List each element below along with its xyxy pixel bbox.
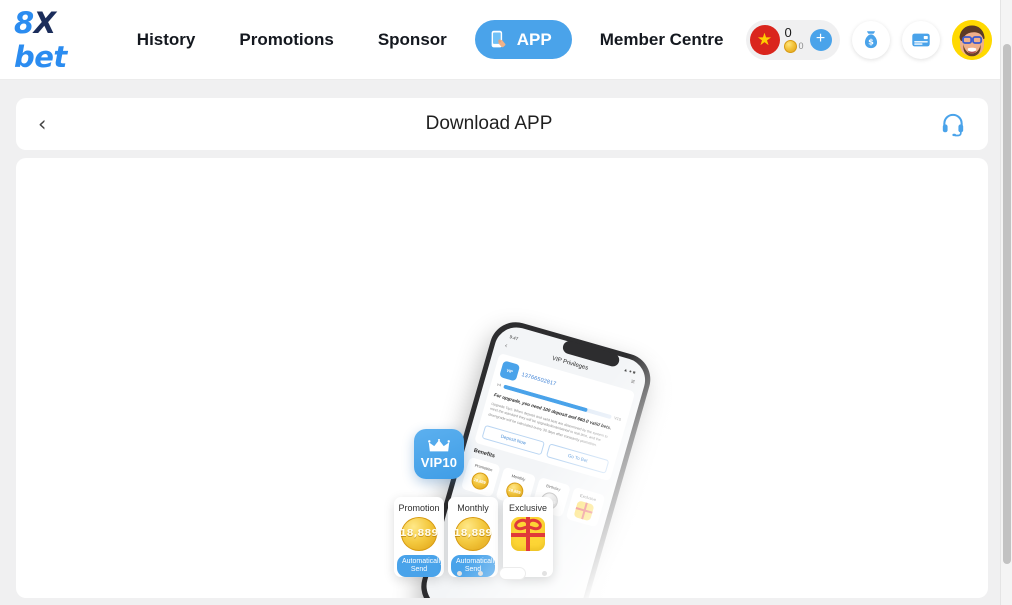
benefit-card-exclusive: Exclusive (503, 497, 553, 577)
benefit-card-promotion: Promotion 18,889 Automatically Send (394, 497, 444, 577)
logo-text: 8Xbet (14, 5, 67, 74)
benefit-card-coin-icon: 18,889 (400, 517, 438, 551)
add-funds-button[interactable]: + (809, 28, 832, 51)
headset-icon (942, 113, 964, 137)
logo-x-mark: X (33, 5, 56, 40)
gift-box-icon (511, 516, 545, 551)
nav-item-app-label: APP (516, 29, 552, 49)
phone-benefit-title: Monthly (511, 472, 527, 482)
page-title: Download APP (425, 113, 553, 134)
coin-balance-row: 0 (783, 40, 804, 53)
flag-star-icon: ★ (756, 30, 773, 49)
svg-text:$: $ (868, 36, 874, 46)
phone-benefit-gift-icon (573, 500, 595, 522)
coin-icon (783, 40, 797, 53)
phone-status-time: 9:47 (508, 334, 519, 342)
page-scrollbar[interactable] (1000, 0, 1012, 605)
balance-widget[interactable]: ★ 0 0 + (745, 19, 840, 60)
carousel-dot[interactable] (457, 571, 462, 576)
account-toolbar: ★ 0 0 + $ (745, 19, 1006, 60)
phone-vip-badge: VIP (499, 360, 521, 382)
app-phone-icon (491, 30, 506, 48)
crown-icon (428, 438, 450, 451)
benefit-card-coin-icon: 18,889 (454, 517, 492, 551)
user-avatar[interactable] (951, 19, 992, 60)
phone-member-id: 13766502817 (520, 371, 557, 388)
phone-benefit-title: Birthday (545, 482, 562, 492)
hero-banner: 9:47 ▲ ● ■ ‹ VIP Privileges ≡ VIP 137665… (16, 158, 988, 598)
balance-amount: 0 (784, 25, 792, 40)
headline-line-1: Enjoy Various (16, 595, 988, 598)
nav-item-app[interactable]: APP (474, 20, 572, 59)
vietnam-flag-icon: ★ (749, 24, 780, 55)
phone-progress-from: v4 (496, 381, 502, 388)
nav-item-member-centre[interactable]: Member Centre (578, 22, 746, 58)
deposit-button[interactable]: $ (851, 20, 890, 59)
nav-links: History Promotions Sponsor APP Member Ce… (115, 20, 746, 59)
carousel-dot[interactable] (542, 571, 547, 576)
vip-level-label: VIP10 (420, 454, 458, 470)
phone-benefit-item: Exclusive (565, 486, 606, 528)
phone-progress-to: V10 (613, 415, 622, 422)
avatar-face-icon (951, 19, 992, 60)
support-button[interactable] (940, 111, 966, 137)
scrollbar-thumb[interactable] (1003, 44, 1011, 564)
nav-item-promotions[interactable]: Promotions (217, 22, 355, 58)
carousel-dots (16, 567, 988, 580)
phone-benefit-title: Exclusive (579, 492, 598, 502)
app-viewport: 8Xbet History Promotions Sponsor APP Mem… (0, 0, 1012, 605)
vip-level-badge: VIP10 (414, 429, 464, 479)
phone-benefit-coin: 18,889 (469, 470, 491, 492)
phone-back-icon: ‹ (504, 341, 509, 350)
carousel-dot-active[interactable] (499, 567, 526, 580)
download-app-panel: 9:47 ▲ ● ■ ‹ VIP Privileges ≡ VIP 137665… (16, 158, 988, 598)
hero-headline: Enjoy Various VIP Benefits and Exclusive… (16, 595, 988, 598)
wallet-button[interactable] (901, 20, 940, 59)
page-header-bar: ‹ Download APP (16, 98, 988, 150)
coin-amount: 0 (798, 41, 804, 51)
money-bag-icon: $ (864, 30, 877, 48)
top-navigation-bar: 8Xbet History Promotions Sponsor APP Mem… (0, 0, 1000, 80)
phone-menu-icon: ≡ (629, 377, 636, 386)
benefit-card-title: Promotion (398, 503, 440, 513)
phone-benefit-item: Promotion 18,889 (460, 456, 502, 498)
nav-item-history[interactable]: History (115, 22, 218, 58)
benefit-card-title: Monthly (457, 503, 489, 513)
benefit-card-monthly: Monthly 18,889 Automatically Send (448, 497, 498, 577)
phone-benefit-title: Promotion (474, 462, 494, 473)
phone-status-icons: ▲ ● ■ (622, 366, 637, 376)
balance-values: 0 0 (783, 25, 804, 53)
card-icon (911, 33, 930, 46)
site-logo[interactable]: 8Xbet (14, 6, 67, 74)
benefit-card-title: Exclusive (508, 503, 547, 513)
carousel-dot[interactable] (478, 571, 483, 576)
nav-item-sponsor[interactable]: Sponsor (356, 22, 469, 58)
